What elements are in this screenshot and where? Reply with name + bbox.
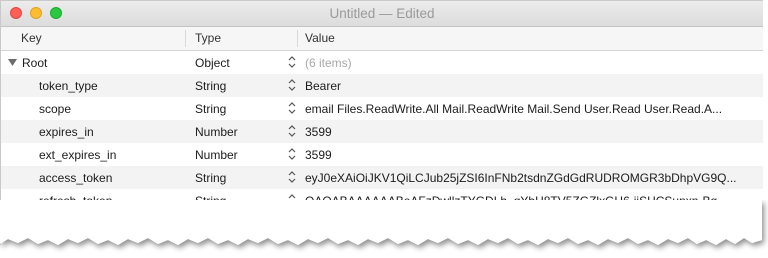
root-value: (6 items)	[305, 56, 352, 70]
column-divider[interactable]	[185, 30, 186, 47]
row-value[interactable]: email Files.ReadWrite.All Mail.ReadWrite…	[305, 102, 755, 116]
table-row[interactable]: token_type String Bearer	[1, 74, 763, 97]
title-bar: Untitled — Edited	[1, 1, 763, 27]
table-row[interactable]: ext_expires_in Number 3599	[1, 143, 763, 166]
row-type[interactable]: String	[195, 102, 295, 116]
type-stepper-icon[interactable]	[288, 78, 296, 92]
row-key[interactable]: expires_in	[39, 125, 199, 139]
type-stepper-icon[interactable]	[288, 147, 296, 161]
row-key[interactable]: ext_expires_in	[39, 148, 199, 162]
column-header-key[interactable]: Key	[21, 31, 42, 45]
table-row[interactable]: access_token String eyJ0eXAiOiJKV1QiLCJu…	[1, 166, 763, 189]
row-key[interactable]: scope	[39, 102, 199, 116]
row-type[interactable]: Number	[195, 125, 295, 139]
column-divider[interactable]	[297, 30, 298, 47]
table-row[interactable]: scope String email Files.ReadWrite.All M…	[1, 97, 763, 120]
root-type: Object	[195, 56, 230, 70]
type-stepper-icon[interactable]	[288, 124, 296, 138]
row-value[interactable]: 3599	[305, 148, 755, 162]
root-key: Root	[22, 56, 48, 70]
table-row[interactable]: expires_in Number 3599	[1, 120, 763, 143]
row-value[interactable]: Bearer	[305, 79, 755, 93]
row-key[interactable]: access_token	[39, 171, 199, 185]
root-row[interactable]: Root Object (6 items)	[1, 51, 763, 74]
row-type[interactable]: Number	[195, 148, 295, 162]
torn-edge	[0, 200, 762, 245]
column-header-value[interactable]: Value	[305, 31, 335, 45]
column-header-type[interactable]: Type	[195, 31, 221, 45]
plist-rows: Root Object (6 items) token_type String …	[1, 51, 763, 212]
row-key[interactable]: token_type	[39, 79, 199, 93]
row-value[interactable]: 3599	[305, 125, 755, 139]
column-header: Key Type Value	[1, 27, 763, 51]
row-type[interactable]: String	[195, 79, 295, 93]
disclosure-triangle-icon[interactable]	[8, 59, 17, 67]
type-stepper-icon[interactable]	[288, 170, 296, 184]
type-stepper-icon[interactable]	[288, 101, 296, 115]
row-type[interactable]: String	[195, 171, 295, 185]
type-stepper-icon[interactable]	[288, 55, 296, 69]
window-title: Untitled — Edited	[329, 6, 435, 21]
row-value[interactable]: eyJ0eXAiOiJKV1QiLCJub25jZSI6InFNb2tsdnZG…	[305, 171, 755, 185]
